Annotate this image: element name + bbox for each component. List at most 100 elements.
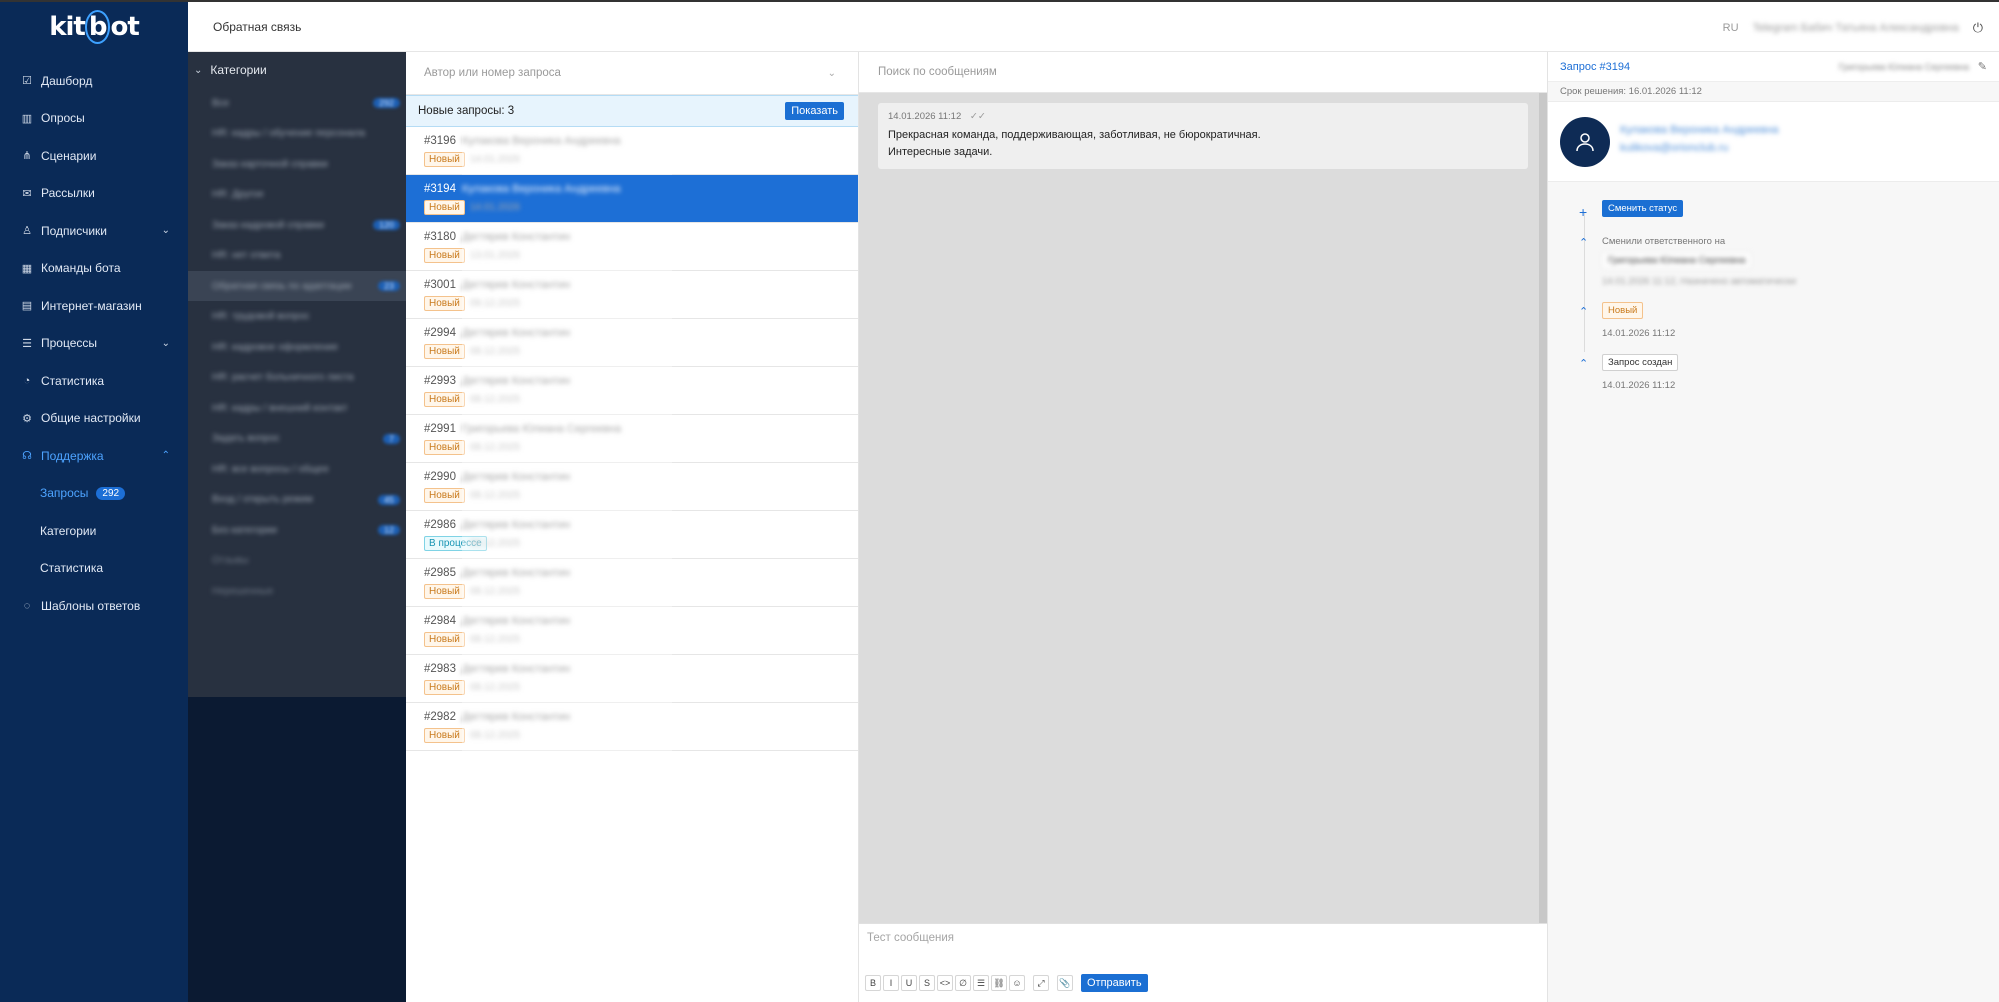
code-icon[interactable]: <>: [937, 975, 953, 991]
request-row[interactable]: #2986 Дегтярев Константин В процессе 08.12.…: [406, 511, 858, 559]
quote-icon[interactable]: ☰: [973, 975, 989, 991]
category-item[interactable]: HR: кадры / обучение персонала: [188, 119, 406, 149]
sidebar-item-3[interactable]: ⋔ Сценарии: [0, 137, 188, 175]
request-row[interactable]: #2983 Дегтярев Константин Новый 08.12.2025: [406, 655, 858, 703]
language-switch[interactable]: RU: [1723, 22, 1739, 34]
category-item[interactable]: Заказ кадровой справки 120: [188, 210, 406, 240]
category-count: 7: [382, 433, 400, 444]
expand-icon[interactable]: ⤢: [1033, 975, 1049, 991]
category-item[interactable]: Отзывы: [188, 546, 406, 576]
underline-icon[interactable]: U: [901, 975, 917, 991]
scenario-icon: ⋔: [22, 150, 32, 163]
category-count: 120: [372, 220, 400, 230]
send-button[interactable]: Отправить: [1081, 974, 1148, 992]
category-item[interactable]: HR: трудовой вопрос: [188, 302, 406, 332]
sidebar-item-7[interactable]: ▤ Интернет-магазин: [0, 287, 188, 325]
header: Обратная связь RU Telegram Бабич Татьяна…: [188, 2, 1999, 52]
chevron-up-icon[interactable]: ⌃: [1579, 357, 1588, 370]
edit-icon[interactable]: ✎: [1978, 60, 1987, 73]
status-badge: Новый: [424, 584, 465, 599]
sidebar-item-1[interactable]: ☑ Дашборд: [0, 62, 188, 100]
request-row[interactable]: #2993 Дегтярев Константин Новый 08.12.2025: [406, 367, 858, 415]
category-item[interactable]: HR: расчет больничного листа: [188, 363, 406, 393]
sidebar-item-11[interactable]: ☊ Поддержка ⌃: [0, 437, 188, 475]
chevron-up-icon[interactable]: ⌃: [1579, 305, 1588, 318]
sidebar-item-4[interactable]: ✉ Рассылки: [0, 175, 188, 213]
user-name[interactable]: Telegram Бабич Татьяна Александровна: [1753, 22, 1959, 34]
user-icon: [1576, 133, 1594, 152]
responsible-select[interactable]: Григорьева Юлиана Сергеевна: [1839, 62, 1969, 72]
sidebar-item-5[interactable]: ♙ Подписчики ⌄: [0, 212, 188, 250]
request-row[interactable]: #2991 Григорьева Юлиана Сергеевна Новый 08.…: [406, 415, 858, 463]
request-row[interactable]: #2990 Дегтярев Константин Новый 08.12.2025: [406, 463, 858, 511]
support-sub-item-1[interactable]: Запросы 292: [0, 475, 188, 513]
dashboard-icon: ☑: [22, 75, 32, 88]
chevron-down-icon[interactable]: ⌄: [828, 68, 836, 79]
category-item[interactable]: HR: кадры / внешний контакт: [188, 393, 406, 423]
logout-icon[interactable]: ⏻: [1973, 20, 1983, 36]
request-search-input[interactable]: Автор или номер запроса ⌄: [406, 52, 858, 95]
request-row[interactable]: #3194 Кулакова Вероника Андреевна Новый 14.…: [406, 175, 858, 223]
show-new-button[interactable]: Показать: [785, 102, 844, 120]
compose-box[interactable]: Тест сообщения B I U S <> ∅ ☰ ⛓ ☺ ⤢ 📎 Отправить: [859, 923, 1547, 1002]
sidebar-item-label: Шаблоны ответов: [41, 598, 141, 613]
sidebar-item-10[interactable]: ⚙ Общие настройки: [0, 400, 188, 438]
responsible-chip: Григорьева Юлиана Сергеевна: [1602, 252, 1752, 269]
requests-list: #3196 Кулакова Вероника Андреевна Новый 14.…: [406, 127, 858, 751]
message-input[interactable]: Тест сообщения: [867, 932, 954, 944]
link-icon[interactable]: ⛓: [991, 975, 1007, 991]
user-email-link[interactable]: kulikova@orionclub.ru: [1620, 142, 1728, 154]
message-search-input[interactable]: Поиск по сообщениям: [859, 52, 1547, 93]
subscribers-icon: ♙: [22, 225, 32, 238]
bold-icon[interactable]: B: [865, 975, 881, 991]
request-search-placeholder: Автор или номер запроса: [424, 67, 561, 79]
user-name-link[interactable]: Кулакова Вероника Андреевна: [1620, 124, 1779, 136]
sidebar-item-2[interactable]: ▥ Опросы: [0, 100, 188, 138]
request-row[interactable]: #2982 Дегтярев Константин Новый 08.12.2025: [406, 703, 858, 751]
sidebar-item-label: Рассылки: [41, 186, 95, 201]
sidebar-item-8[interactable]: ☰ Процессы ⌄: [0, 325, 188, 363]
privacy-overlay: [462, 655, 672, 703]
request-row[interactable]: #3196 Кулакова Вероника Андреевна Новый 14.…: [406, 127, 858, 175]
request-row[interactable]: #2984 Дегтярев Константин Новый 08.12.2025: [406, 607, 858, 655]
change-status-button[interactable]: Сменить статус: [1602, 200, 1684, 217]
request-row[interactable]: #3001 Дегтярев Константин Новый 09.12.2025: [406, 271, 858, 319]
italic-icon[interactable]: I: [883, 975, 899, 991]
attach-icon[interactable]: 📎: [1057, 975, 1073, 991]
categories-header[interactable]: ⌄ Категории: [188, 52, 406, 88]
emoji-icon[interactable]: ☺: [1009, 975, 1025, 991]
request-row[interactable]: #2994 Дегтярев Константин Новый 08.12.2025: [406, 319, 858, 367]
category-item[interactable]: HR: Другое: [188, 180, 406, 210]
sidebar-item-templates[interactable]: ◌ Шаблоны ответов: [0, 587, 188, 625]
category-item[interactable]: HR: нет ответа: [188, 241, 406, 271]
hide-icon[interactable]: ∅: [955, 975, 971, 991]
request-title: Запрос #3194: [1560, 61, 1631, 73]
chart-icon: ▥: [21, 112, 33, 125]
category-item[interactable]: Обратная связь по адаптации 23: [188, 271, 406, 301]
category-item[interactable]: Все 292: [188, 88, 406, 118]
support-sub-item-2[interactable]: Категории: [0, 512, 188, 550]
privacy-overlay: [462, 319, 672, 367]
scrollbar[interactable]: [1539, 93, 1547, 923]
support-sub-item-3[interactable]: Статистика: [0, 550, 188, 588]
category-item[interactable]: Задать вопрос 7: [188, 424, 406, 454]
logo[interactable]: kit b ot: [0, 2, 188, 52]
category-item[interactable]: Вход / открыть режим 45: [188, 485, 406, 515]
strike-icon[interactable]: S: [919, 975, 935, 991]
request-row[interactable]: #3180 Дегтярев Константин Новый 13.01.2026: [406, 223, 858, 271]
status-badge: Новый: [424, 344, 465, 359]
sidebar-item-6[interactable]: ▦ Команды бота: [0, 250, 188, 288]
category-label: HR: все вопросы / общее: [212, 463, 329, 475]
event-resp-change: Сменили ответственного на: [1602, 236, 1726, 247]
category-item[interactable]: Нерешенные: [188, 576, 406, 606]
request-row[interactable]: #2985 Дегтярев Константин Новый 08.12.2025: [406, 559, 858, 607]
sidebar-item-9[interactable]: ◔ Статистика: [0, 362, 188, 400]
category-item[interactable]: HR: все вопросы / общее: [188, 454, 406, 484]
privacy-overlay: [462, 511, 672, 559]
category-item[interactable]: HR: кадровое оформление: [188, 332, 406, 362]
support-sub-label: Статистика: [40, 561, 104, 576]
shop-icon: ▤: [21, 300, 33, 313]
category-item[interactable]: Без категории 12: [188, 515, 406, 545]
category-item[interactable]: Заказ карточной справки: [188, 149, 406, 179]
chevron-up-icon[interactable]: ⌃: [1579, 236, 1588, 249]
